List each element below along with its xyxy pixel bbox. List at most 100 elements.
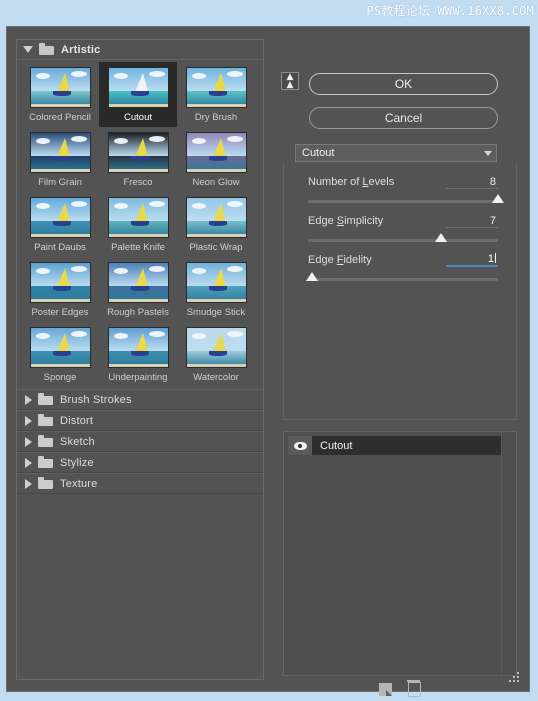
slider-track[interactable]: [308, 194, 504, 203]
slider-label: Number of Levels: [308, 176, 395, 188]
cancel-button[interactable]: Cancel: [309, 107, 498, 129]
slider-handle[interactable]: [435, 233, 447, 242]
filter-thumb-label: Sponge: [43, 372, 77, 383]
slider-track[interactable]: [305, 272, 498, 281]
filter-thumb-paint-daubs[interactable]: Paint Daubs: [21, 192, 99, 257]
category-label: Distort: [60, 414, 94, 427]
slider-handle[interactable]: [305, 272, 318, 281]
filter-thumb-fresco[interactable]: Fresco: [99, 127, 177, 192]
filter-thumb-smudge-stick[interactable]: Smudge Stick: [177, 257, 255, 322]
category-label: Sketch: [60, 435, 95, 448]
filter-thumb-watercolor[interactable]: Watercolor: [177, 322, 255, 387]
triangle-right-icon[interactable]: [25, 436, 32, 447]
folder-icon: [38, 393, 53, 405]
filter-thumb-label: Smudge Stick: [186, 307, 246, 318]
filter-thumb-neon-glow[interactable]: Neon Glow: [177, 127, 255, 192]
slider-edge-fidelity[interactable]: Edge Fidelity 1: [305, 252, 498, 281]
filter-thumb-cutout[interactable]: Cutout: [99, 62, 177, 127]
filter-thumbnail-grid[interactable]: Colored Pencil Cutout Dry Brush Film Grain F…: [17, 60, 263, 387]
triangle-down-icon[interactable]: [23, 46, 33, 53]
filter-thumb-poster-edges[interactable]: Poster Edges: [21, 257, 99, 322]
category-row-sketch[interactable]: Sketch: [17, 431, 263, 452]
category-label: Artistic: [61, 43, 101, 56]
effect-layer-row[interactable]: Cutout: [288, 436, 502, 455]
filter-thumb-label: Fresco: [123, 177, 153, 188]
filter-preview-image: [185, 197, 247, 238]
filter-preview-image: [185, 327, 247, 368]
filter-thumb-dry-brush[interactable]: Dry Brush: [177, 62, 255, 127]
layer-list-scrollbar[interactable]: [501, 432, 516, 675]
filter-preview-image: [107, 262, 169, 303]
filter-thumb-label: Paint Daubs: [34, 242, 86, 253]
slider-track[interactable]: [308, 233, 498, 242]
triangle-right-icon[interactable]: [25, 457, 32, 468]
filter-preview-image: [29, 262, 91, 303]
filter-thumb-label: Palette Knife: [111, 242, 165, 253]
ok-button[interactable]: OK: [309, 73, 498, 95]
filter-preview-image: [29, 197, 91, 238]
category-label: Texture: [60, 477, 98, 490]
filter-thumb-label: Watercolor: [193, 372, 239, 383]
filter-preview-image: [29, 67, 91, 108]
category-label: Stylize: [60, 456, 94, 469]
slider-value-field[interactable]: 8: [446, 176, 498, 189]
chevron-down-icon: [484, 150, 492, 156]
folder-icon: [38, 414, 53, 426]
slider-handle[interactable]: [492, 194, 504, 203]
triangle-right-icon[interactable]: [25, 478, 32, 489]
slider-edge-simplicity[interactable]: Edge Simplicity 7: [308, 213, 498, 242]
filter-thumb-plastic-wrap[interactable]: Plastic Wrap: [177, 192, 255, 257]
filter-thumb-rough-pastels[interactable]: Rough Pastels: [99, 257, 177, 322]
filter-thumb-sponge[interactable]: Sponge: [21, 322, 99, 387]
category-row-stylize[interactable]: Stylize: [17, 452, 263, 473]
collapse-panel-button[interactable]: ▲ ▲: [281, 72, 299, 90]
triangle-right-icon[interactable]: [25, 394, 32, 405]
filter-thumb-underpainting[interactable]: Underpainting: [99, 322, 177, 387]
resize-grip-icon[interactable]: [509, 672, 519, 682]
double-chevron-up-icon: ▲ ▲: [286, 72, 294, 90]
filter-thumb-label: Cutout: [124, 112, 152, 123]
filter-thumb-label: Colored Pencil: [29, 112, 91, 123]
filter-thumb-label: Neon Glow: [192, 177, 240, 188]
effect-layer-name: Cutout: [320, 439, 353, 452]
folder-icon: [38, 477, 53, 489]
slider-label: Edge Fidelity: [308, 254, 372, 266]
new-effect-layer-icon[interactable]: [379, 682, 392, 696]
filter-preview-image: [185, 67, 247, 108]
slider-label: Edge Simplicity: [308, 215, 384, 227]
filter-preview-image: [107, 327, 169, 368]
filter-preview-image: [185, 262, 247, 303]
eye-icon: [293, 441, 307, 450]
layer-visibility-toggle[interactable]: [288, 436, 312, 455]
filter-thumb-label: Rough Pastels: [107, 307, 169, 318]
dialog-body: Artistic Colored Pencil Cutout Dry Brush Fi…: [6, 26, 530, 697]
triangle-right-icon[interactable]: [25, 415, 32, 426]
trash-icon[interactable]: [407, 679, 421, 697]
filter-thumb-label: Plastic Wrap: [189, 242, 243, 253]
category-row-brush-strokes[interactable]: Brush Strokes: [17, 389, 263, 410]
category-label: Brush Strokes: [60, 393, 132, 406]
filter-thumb-colored-pencil[interactable]: Colored Pencil: [21, 62, 99, 127]
filter-browser-panel[interactable]: Artistic Colored Pencil Cutout Dry Brush Fi…: [16, 39, 264, 680]
filter-gallery-window: PS教程论坛 WWW.16XX8.COM Artistic Colored Pe…: [0, 0, 538, 701]
category-row-distort[interactable]: Distort: [17, 410, 263, 431]
filter-select-dropdown[interactable]: Cutout: [295, 144, 497, 162]
filter-preview-image: [107, 197, 169, 238]
filter-settings-panel: Number of Levels 8 Edge Simplicity 7 Edge Fi…: [283, 162, 517, 420]
effect-layer-panel[interactable]: Cutout: [283, 431, 517, 676]
filter-thumb-film-grain[interactable]: Film Grain: [21, 127, 99, 192]
filter-preview-image: [29, 327, 91, 368]
effect-layer-toolbar[interactable]: [283, 679, 517, 699]
filter-select-value: Cutout: [302, 147, 335, 159]
filter-preview-image: [107, 132, 169, 173]
filter-thumb-palette-knife[interactable]: Palette Knife: [99, 192, 177, 257]
slider-value-field[interactable]: 7: [446, 215, 498, 228]
filter-preview-image: [107, 67, 169, 108]
slider-number-of-levels[interactable]: Number of Levels 8: [308, 174, 504, 203]
filter-thumb-label: Film Grain: [38, 177, 82, 188]
category-row-texture[interactable]: Texture: [17, 473, 263, 494]
collapsed-category-list[interactable]: Brush Strokes Distort Sketch Stylize Texture: [17, 389, 263, 494]
slider-value-field[interactable]: 1: [446, 253, 498, 267]
window-titlebar: PS教程论坛 WWW.16XX8.COM: [0, 0, 538, 22]
category-header-artistic[interactable]: Artistic: [17, 40, 263, 60]
